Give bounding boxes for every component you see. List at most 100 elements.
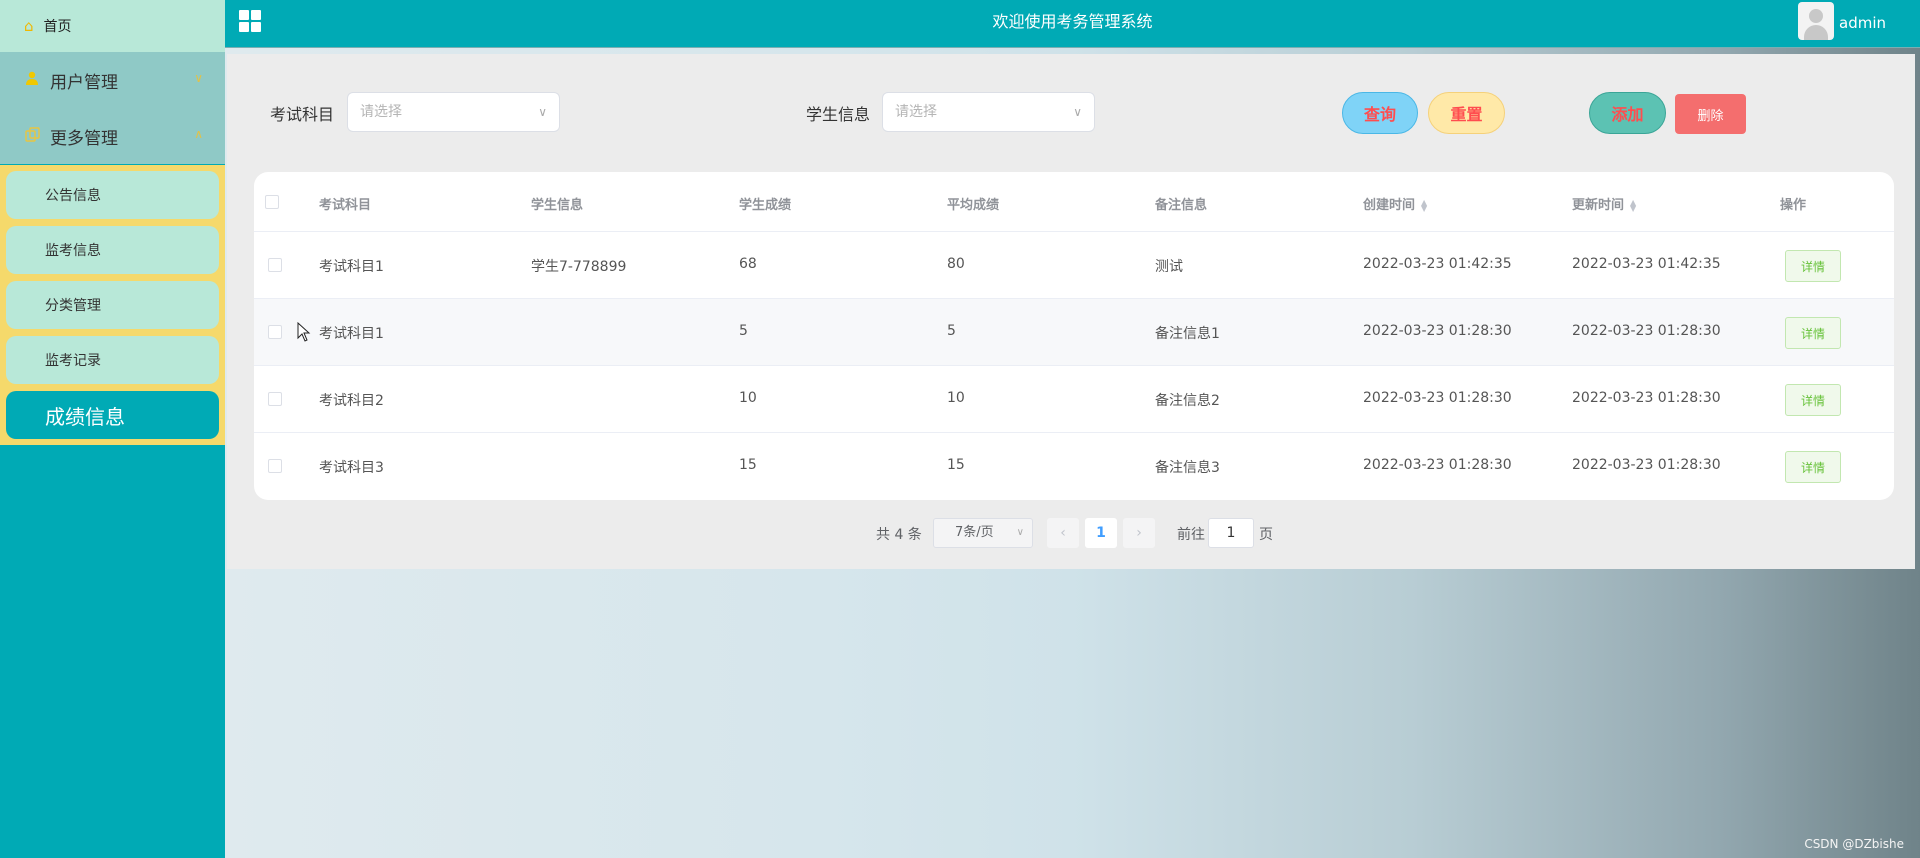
cell-average: 80 [947,256,965,272]
detail-button[interactable]: 详情 [1785,250,1841,282]
mouse-cursor [297,321,311,342]
column-header-label: 创建时间 [1363,198,1416,213]
select-all-checkbox[interactable] [265,195,279,209]
cell-average: 5 [947,323,956,339]
cell-subject: 考试科目1 [319,259,384,275]
system-title: 欢迎使用考务管理系统 [992,12,1153,31]
sidebar-group-user-management[interactable]: 用户管理 ∨ [0,52,225,108]
cell-student: 学生7-778899 [531,259,627,275]
sort-icon[interactable]: ▲ ▼ [1421,198,1427,212]
chevron-right-icon: › [1136,525,1142,541]
next-page-button[interactable]: › [1123,518,1155,548]
page-size-value: 7条/页 [955,525,994,540]
chevron-down-icon: ∨ [194,71,203,85]
submenu-more-management: 公告信息 监考信息 分类管理 监考记录 成绩信息 [0,165,225,445]
cell-updated: 2022-03-23 01:28:30 [1572,323,1721,339]
cell-subject: 考试科目3 [319,460,384,476]
table-row: 考试科目1 5 5 备注信息1 2022-03-23 01:28:30 2022… [254,299,1894,366]
cell-score: 68 [739,256,757,272]
table-row: 考试科目3 15 15 备注信息3 2022-03-23 01:28:30 20… [254,433,1894,500]
user-name[interactable]: admin [1839,0,1886,46]
row-checkbox[interactable] [268,392,282,406]
pagination-total: 共 4 条 [876,527,922,543]
cell-updated: 2022-03-23 01:28:30 [1572,390,1721,406]
cell-subject: 考试科目2 [319,393,384,409]
cell-remark: 备注信息3 [1155,460,1220,476]
cell-updated: 2022-03-23 01:42:35 [1572,256,1721,272]
chevron-left-icon: ‹ [1060,525,1066,541]
column-header-student: 学生信息 [531,198,584,213]
add-button[interactable]: 添加 [1589,92,1666,134]
column-header-subject: 考试科目 [319,198,372,213]
sidebar-item-invigilation-info[interactable]: 监考信息 [6,226,219,274]
table-row: 考试科目1 学生7-778899 68 80 测试 2022-03-23 01:… [254,232,1894,299]
sidebar-group-label: 用户管理 [50,72,118,93]
cell-created: 2022-03-23 01:42:35 [1363,256,1512,272]
goto-page-input[interactable]: 1 [1208,518,1254,548]
goto-label: 前往 [1177,527,1205,543]
sidebar-item-category-management[interactable]: 分类管理 [6,281,219,329]
column-header-score: 学生成绩 [739,198,792,213]
delete-button[interactable]: 删除 [1675,94,1746,134]
prev-page-button[interactable]: ‹ [1047,518,1079,548]
subject-select[interactable]: 请选择 ∨ [347,92,560,132]
row-checkbox[interactable] [268,459,282,473]
cell-created: 2022-03-23 01:28:30 [1363,323,1512,339]
column-header-remark: 备注信息 [1155,198,1208,213]
student-select-placeholder: 请选择 [895,104,937,120]
cell-score: 10 [739,390,757,406]
sidebar-item-invigilation-records[interactable]: 监考记录 [6,336,219,384]
page-suffix: 页 [1259,527,1273,543]
sidebar-group-label: 更多管理 [50,128,118,149]
detail-button[interactable]: 详情 [1785,384,1841,416]
reset-button[interactable]: 重置 [1428,92,1505,134]
cell-average: 10 [947,390,965,406]
user-icon [24,71,40,89]
sidebar-item-home[interactable]: ⌂ 首页 [0,0,225,52]
cell-updated: 2022-03-23 01:28:30 [1572,457,1721,473]
cell-remark: 备注信息2 [1155,393,1220,409]
query-button[interactable]: 查询 [1342,92,1418,134]
chevron-up-icon: ∧ [194,127,203,141]
sort-icon[interactable]: ▲ ▼ [1630,198,1636,212]
detail-button[interactable]: 详情 [1785,317,1841,349]
row-checkbox[interactable] [268,325,282,339]
column-header-created[interactable]: 创建时间 ▲ ▼ [1363,194,1427,213]
subject-select-placeholder: 请选择 [360,104,402,120]
home-icon: ⌂ [24,17,34,35]
student-filter-label: 学生信息 [806,105,871,124]
page-number-current[interactable]: 1 [1085,518,1117,548]
cell-subject: 考试科目1 [319,326,384,342]
cell-average: 15 [947,457,965,473]
sidebar-item-label: 首页 [43,19,72,35]
cell-remark: 测试 [1155,259,1183,275]
top-header: 欢迎使用考务管理系统 admin [225,0,1920,48]
cell-created: 2022-03-23 01:28:30 [1363,457,1512,473]
detail-button[interactable]: 详情 [1785,451,1841,483]
cell-created: 2022-03-23 01:28:30 [1363,390,1512,406]
student-select[interactable]: 请选择 ∨ [882,92,1095,132]
score-table: 考试科目 学生信息 学生成绩 平均成绩 备注信息 创建时间 ▲ ▼ 更新时间 ▲ ▼ 操… [254,172,1894,500]
table-row: 考试科目2 10 10 备注信息2 2022-03-23 01:28:30 20… [254,366,1894,433]
page-size-select[interactable]: 7条/页 ∨ [933,518,1033,548]
column-header-action: 操作 [1780,198,1807,213]
sidebar-group-more-management[interactable]: 更多管理 ∧ [0,108,225,164]
chevron-down-icon: ∨ [1073,105,1082,119]
cell-score: 15 [739,457,757,473]
chevron-down-icon: ∨ [538,105,547,119]
chevron-down-icon: ∨ [1016,527,1024,538]
subject-filter-label: 考试科目 [270,105,335,124]
cell-score: 5 [739,323,748,339]
avatar[interactable] [1798,2,1834,40]
column-header-updated[interactable]: 更新时间 ▲ ▼ [1572,194,1636,213]
cell-remark: 备注信息1 [1155,326,1220,342]
copy-icon [24,126,40,146]
table-header: 考试科目 学生信息 学生成绩 平均成绩 备注信息 创建时间 ▲ ▼ 更新时间 ▲ ▼ 操… [254,172,1894,232]
sidebar-item-announcements[interactable]: 公告信息 [6,171,219,219]
row-checkbox[interactable] [268,258,282,272]
watermark: CSDN @DZbishe [1804,837,1904,851]
column-header-label: 更新时间 [1572,198,1625,213]
sidebar-item-score-info[interactable]: 成绩信息 [6,391,219,439]
sidebar: ⌂ 首页 用户管理 ∨ 更多管理 ∧ 公告信息 监考信息 分类管理 监考记录 成… [0,0,225,858]
column-header-average: 平均成绩 [947,198,1000,213]
